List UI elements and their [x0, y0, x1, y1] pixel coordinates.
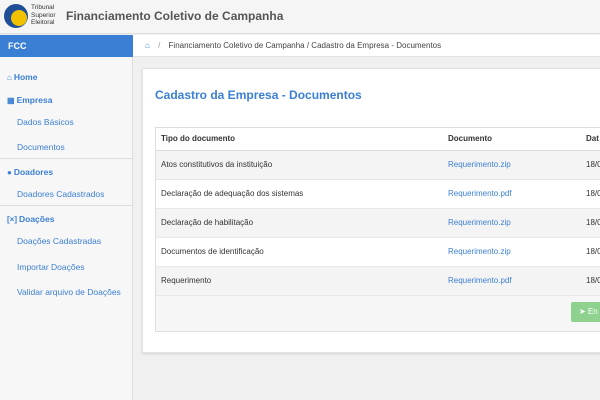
home-icon[interactable]: ⌂ [145, 41, 150, 50]
cell-data: 18/0 [581, 237, 600, 267]
cell-tipo: Documentos de identificação [156, 237, 443, 267]
cell-data: 18/0 [581, 208, 600, 238]
column-header-tipo: Tipo do documento [156, 128, 443, 151]
sidebar-divider [0, 158, 133, 159]
column-header-documento: Documento [443, 128, 581, 151]
app-title: Financiamento Coletivo de Campanha [66, 9, 284, 23]
sidebar-item-documentos[interactable]: Documentos [17, 142, 65, 152]
document-link[interactable]: Requerimento.pdf [443, 179, 581, 209]
send-icon: ➤ [579, 307, 586, 316]
cell-tipo: Declaração de adequação dos sistemas [156, 179, 443, 209]
column-header-data: Dat [581, 128, 600, 151]
sidebar-section-doacoes[interactable]: [×] Doações [7, 214, 54, 224]
sidebar-item-validar-arquivo[interactable]: Validar arquivo de Doações [17, 287, 121, 297]
sidebar-divider [0, 205, 133, 206]
table-row: Atos constitutivos da instituição Requer… [156, 150, 600, 180]
document-link[interactable]: Requerimento.zip [443, 150, 581, 180]
sidebar: ⌂ Home ▦ Empresa Dados Básicos Documentos … [0, 57, 133, 400]
breadcrumb: ⌂ / Financiamento Coletivo de Campanha /… [133, 35, 600, 57]
table-row: Declaração de habilitação Requerimento.z… [156, 208, 600, 238]
org-name: Tribunal Superior Eleitoral [31, 4, 56, 26]
table-row: Documentos de identificação Requerimento… [156, 237, 600, 267]
page-title: Cadastro da Empresa - Documentos [155, 88, 362, 102]
sidebar-item-home[interactable]: ⌂ Home [7, 72, 37, 82]
document-link[interactable]: Requerimento.pdf [443, 266, 581, 296]
chart-icon: ▦ [7, 96, 15, 105]
top-header: Tribunal Superior Eleitoral Financiament… [0, 0, 600, 34]
home-icon: ⌂ [7, 73, 12, 82]
sidebar-section-empresa[interactable]: ▦ Empresa [7, 95, 52, 105]
money-icon: [×] [7, 215, 17, 224]
sidebar-section-doadores[interactable]: ● Doadores [7, 167, 53, 177]
table-header-row: Tipo do documento Documento Dat [156, 128, 600, 151]
cell-data: 18/0 [581, 179, 600, 209]
users-icon: ● [7, 168, 12, 177]
content-panel: Cadastro da Empresa - Documentos Tipo do… [142, 68, 600, 353]
breadcrumb-path: Financiamento Coletivo de Campanha / Cad… [168, 41, 442, 50]
cell-tipo: Declaração de habilitação [156, 208, 443, 238]
breadcrumb-separator: / [158, 41, 161, 50]
cell-data: 18/0 [581, 266, 600, 296]
document-link[interactable]: Requerimento.zip [443, 208, 581, 238]
sidebar-item-doadores-cadastrados[interactable]: Doadores Cadastrados [17, 189, 104, 199]
send-button[interactable]: ➤ En [571, 302, 600, 322]
cell-tipo: Atos constitutivos da instituição [156, 150, 443, 180]
documents-table: Tipo do documento Documento Dat Atos con… [155, 127, 600, 332]
table-row: Requerimento Requerimento.pdf 18/0 [156, 266, 600, 296]
sidebar-item-dados-basicos[interactable]: Dados Básicos [17, 117, 74, 127]
sidebar-item-doacoes-cadastradas[interactable]: Doações Cadastradas [17, 236, 101, 246]
sidebar-item-importar-doacoes[interactable]: Importar Doações [17, 262, 85, 272]
cell-tipo: Requerimento [156, 266, 443, 296]
table-row: Declaração de adequação dos sistemas Req… [156, 179, 600, 209]
tse-logo [4, 4, 28, 28]
cell-data: 18/0 [581, 150, 600, 180]
brand-link[interactable]: FCC [0, 35, 133, 57]
document-link[interactable]: Requerimento.zip [443, 237, 581, 267]
